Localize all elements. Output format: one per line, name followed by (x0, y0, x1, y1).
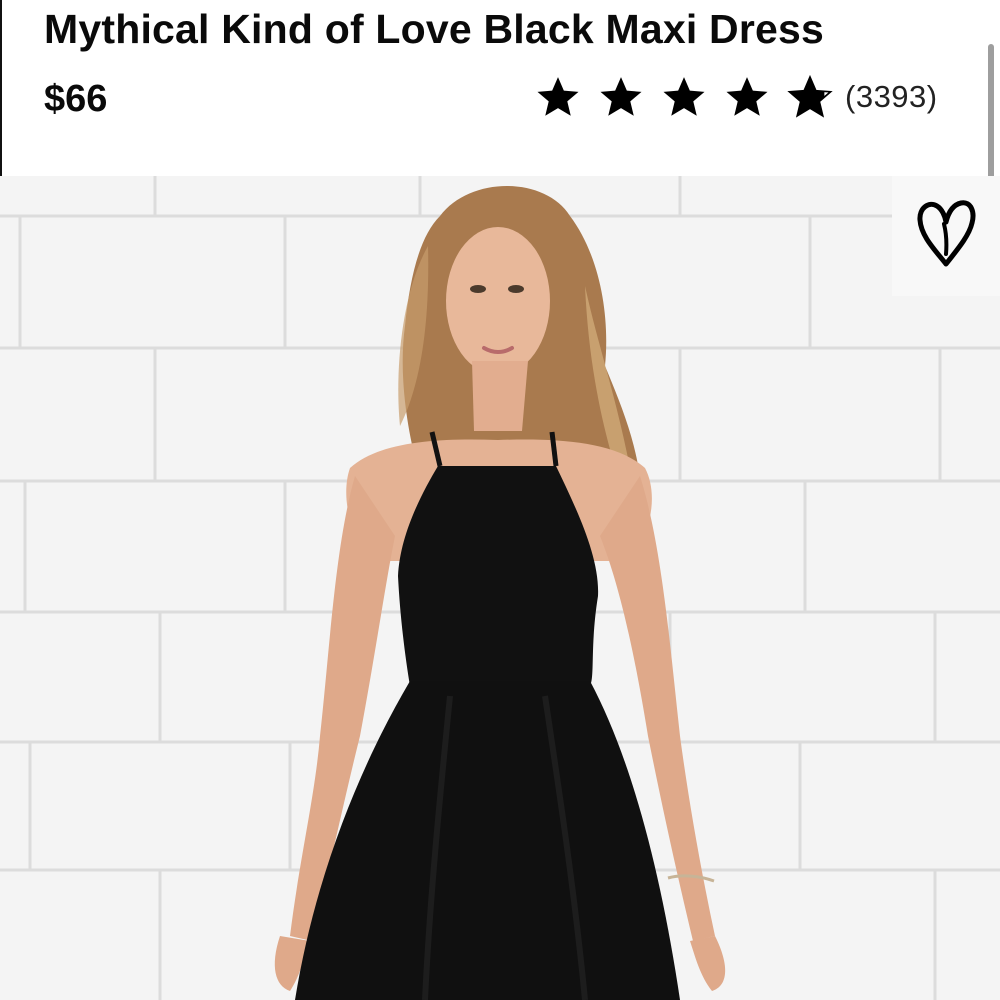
model-figure (274, 186, 726, 1000)
product-page: Mythical Kind of Love Black Maxi Dress $… (0, 0, 1000, 1000)
product-price: $66 (44, 78, 108, 120)
favorite-button[interactable] (892, 176, 1000, 296)
star-icon (663, 77, 705, 116)
star-partial-icon (787, 74, 833, 118)
review-count[interactable]: (3393) (845, 79, 938, 115)
product-header: Mythical Kind of Love Black Maxi Dress $… (0, 0, 1000, 220)
star-icon (537, 77, 579, 116)
product-title: Mythical Kind of Love Black Maxi Dress (44, 6, 824, 52)
star-icon (726, 77, 768, 116)
rating-summary[interactable]: (3393) (535, 72, 938, 122)
product-image[interactable] (0, 176, 1000, 1000)
heart-outline-icon (917, 200, 976, 267)
star-icon (600, 77, 642, 116)
